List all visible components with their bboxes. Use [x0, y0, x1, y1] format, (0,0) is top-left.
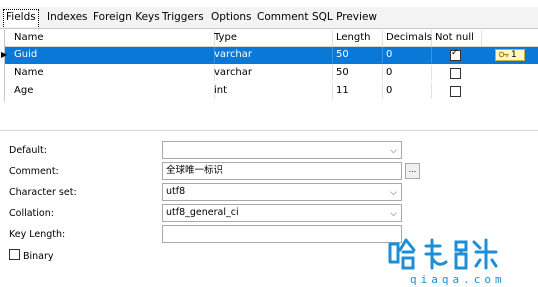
chevron-down-icon[interactable]: ⌵ [390, 206, 397, 222]
key-icon [499, 51, 509, 58]
table-row[interactable]: Age int 11 0 [5, 83, 538, 100]
column-header-decimals[interactable]: Decimals [383, 30, 432, 46]
field-length-cell[interactable]: 11 [333, 83, 383, 99]
field-type-cell[interactable]: int [211, 83, 333, 99]
not-null-checkbox[interactable] [450, 86, 461, 97]
designer-tab-bar: Fields Indexes Foreign Keys Triggers Opt… [0, 7, 538, 29]
column-header-name[interactable]: Name [11, 30, 215, 46]
not-null-checkbox[interactable] [450, 68, 461, 79]
field-length-cell[interactable]: 50 [333, 47, 383, 63]
comment-label: Comment: [9, 166, 59, 177]
field-name-cell[interactable]: Name [11, 65, 215, 81]
field-decimals-cell[interactable]: 0 [383, 65, 432, 81]
primary-key-badge: 1 [495, 49, 525, 61]
key-length-label: Key Length: [9, 229, 66, 240]
column-header-length[interactable]: Length [333, 30, 383, 46]
key-length-input[interactable] [162, 225, 402, 243]
field-decimals-cell[interactable]: 0 [383, 47, 432, 63]
comment-input[interactable]: 全球唯一标识 [162, 162, 402, 180]
watermark-glyphs-icon [388, 238, 498, 270]
tab-triggers[interactable]: Triggers [160, 10, 206, 25]
tab-sql-preview[interactable]: SQL Preview [310, 10, 379, 25]
field-name-cell[interactable]: Guid [11, 47, 215, 63]
chevron-down-icon[interactable]: ⌵ [390, 185, 397, 201]
field-name-cell[interactable]: Age [11, 83, 215, 99]
tab-comment[interactable]: Comment [255, 10, 310, 25]
character-set-value: utf8 [166, 186, 186, 197]
binary-option[interactable]: Binary [9, 249, 54, 262]
watermark-url: qiaqa.com [410, 273, 506, 286]
toolbar-strip [0, 0, 538, 6]
column-header-not-null[interactable]: Not null [432, 30, 482, 46]
collation-value: utf8_general_ci [166, 207, 239, 218]
column-header-type[interactable]: Type [211, 30, 333, 46]
character-set-label: Character set: [9, 187, 77, 198]
collation-select[interactable]: utf8_general_ci ⌵ [162, 204, 402, 222]
tab-foreign-keys[interactable]: Foreign Keys [91, 10, 162, 25]
tab-indexes[interactable]: Indexes [45, 10, 90, 25]
not-null-checkbox[interactable] [450, 48, 461, 61]
field-type-cell[interactable]: varchar [211, 65, 333, 81]
primary-key-ordinal: 1 [511, 50, 517, 60]
chevron-down-icon[interactable]: ⌵ [390, 143, 397, 159]
watermark-logo: qiaqa.com [384, 234, 538, 287]
fields-grid: Name Type Length Decimals Not null ▶ Gui… [1, 30, 538, 102]
grid-header: Name Type Length Decimals Not null [5, 30, 538, 47]
binary-checkbox[interactable] [9, 249, 20, 260]
field-type-cell[interactable]: varchar [211, 47, 333, 63]
collation-label: Collation: [9, 208, 54, 219]
tab-fields[interactable]: Fields [3, 9, 39, 27]
tab-options[interactable]: Options [209, 10, 254, 25]
comment-edit-button[interactable]: ... [405, 163, 420, 179]
field-decimals-cell[interactable]: 0 [383, 83, 432, 99]
default-combobox[interactable]: ⌵ [162, 141, 402, 159]
field-length-cell[interactable]: 50 [333, 65, 383, 81]
current-row-marker-icon: ▶ [1, 50, 8, 59]
table-row[interactable]: Name varchar 50 0 [5, 65, 538, 82]
binary-label: Binary [23, 251, 54, 262]
character-set-select[interactable]: utf8 ⌵ [162, 183, 402, 201]
default-label: Default: [9, 145, 47, 156]
table-row[interactable]: ▶ Guid varchar 50 0 1 [1, 47, 538, 64]
